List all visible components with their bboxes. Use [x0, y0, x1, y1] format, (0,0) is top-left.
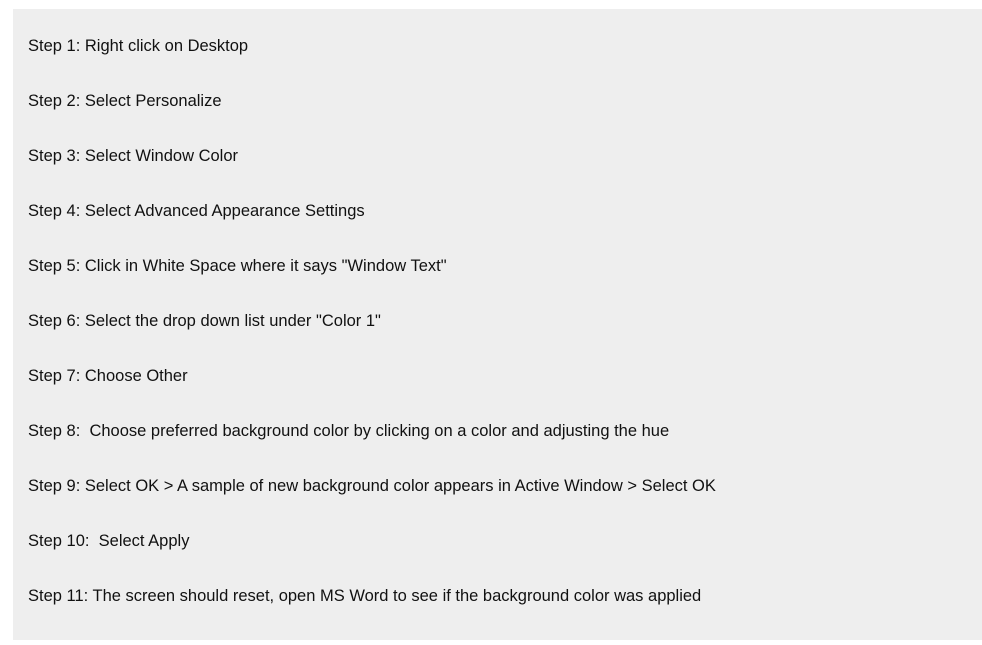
- step-2: Step 2: Select Personalize: [28, 92, 222, 110]
- step-9: Step 9: Select OK > A sample of new back…: [28, 477, 716, 495]
- step-1: Step 1: Right click on Desktop: [28, 37, 249, 55]
- step-11: Step 11: The screen should reset, open M…: [28, 587, 702, 605]
- step-7: Step 7: Choose Other: [28, 367, 188, 385]
- step-4: Step 4: Select Advanced Appearance Setti…: [28, 202, 365, 220]
- step-10: Step 10: Select Apply: [28, 532, 190, 550]
- step-6: Step 6: Select the drop down list under …: [28, 312, 381, 330]
- instructions-panel: Step 1: Right click on Desktop Step 2: S…: [13, 9, 982, 640]
- step-5: Step 5: Click in White Space where it sa…: [28, 257, 447, 275]
- step-3: Step 3: Select Window Color: [28, 147, 239, 165]
- step-8: Step 8: Choose preferred background colo…: [28, 422, 670, 440]
